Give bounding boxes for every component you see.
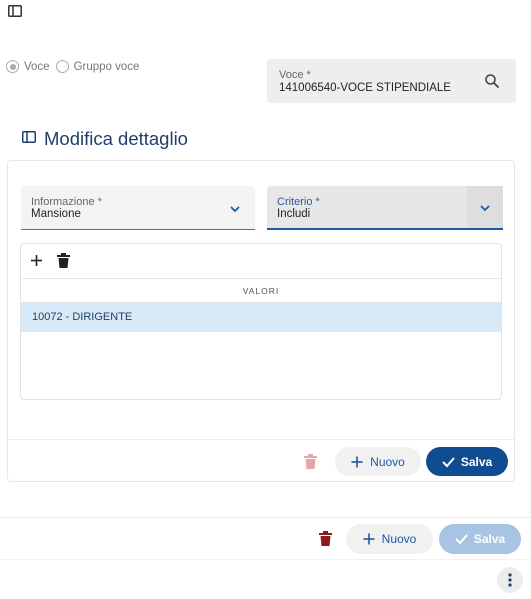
entity-type-radio-group: Voce Gruppo voce (6, 60, 145, 73)
plus-icon (363, 533, 375, 545)
criterio-label: Criterio * (277, 196, 320, 208)
section-title: Modifica dettaglio (44, 128, 188, 149)
new-button-label: Nuovo (370, 454, 405, 469)
trash-icon[interactable] (57, 253, 70, 268)
table-row[interactable]: 10072 - DIRIGENTE (21, 303, 501, 332)
save-button-label: Salva (460, 454, 493, 469)
criterio-value: Includi (277, 208, 311, 220)
delete-button[interactable] (312, 524, 340, 554)
radio-gruppo-voce-circle[interactable] (55, 60, 69, 73)
informazione-label: Informazione * (31, 196, 102, 208)
criterio-select[interactable]: Criterio * Includi (267, 186, 503, 230)
more-options-button[interactable] (497, 567, 523, 593)
voce-field-label: Voce * (279, 69, 311, 81)
search-icon[interactable] (484, 73, 500, 89)
radio-voce-label: Voce (24, 60, 50, 73)
card-divider (8, 439, 514, 440)
detail-card: Informazione * Mansione Criterio * Inclu… (7, 160, 515, 482)
chevron-down-icon[interactable] (229, 202, 241, 214)
valori-grid: VALORI 10072 - DIRIGENTE (20, 243, 502, 400)
new-button[interactable]: Nuovo (335, 447, 421, 476)
more-vert-icon (508, 573, 512, 592)
informazione-value: Mansione (31, 208, 81, 220)
check-icon (442, 456, 455, 468)
voce-field[interactable]: Voce * 141006540-VOCE STIPENDIALE (267, 59, 516, 103)
trash-icon (304, 454, 317, 474)
criterio-dropdown-toggle[interactable] (467, 186, 503, 228)
panel-toggle-icon[interactable] (8, 4, 26, 20)
new-button-label: Nuovo (381, 532, 417, 546)
radio-voce-circle[interactable] (6, 60, 19, 73)
panel-toggle-icon[interactable] (22, 130, 36, 148)
check-icon (455, 533, 468, 545)
save-button[interactable]: Salva (426, 447, 508, 476)
bottom-divider (0, 559, 531, 560)
section-header: Modifica dettaglio (22, 128, 188, 150)
save-button-label: Salva (473, 532, 506, 546)
radio-gruppo-voce[interactable]: Gruppo voce (55, 60, 140, 73)
radio-gruppo-voce-label: Gruppo voce (73, 60, 140, 73)
delete-button[interactable] (298, 448, 324, 477)
add-icon[interactable] (30, 254, 43, 267)
radio-voce[interactable]: Voce (6, 60, 50, 73)
trash-icon (319, 531, 332, 551)
voce-field-value[interactable]: 141006540-VOCE STIPENDIALE (279, 82, 451, 94)
save-button[interactable]: Salva (439, 524, 521, 554)
footer-divider (0, 517, 531, 518)
grid-toolbar (21, 244, 501, 278)
new-button[interactable]: Nuovo (346, 524, 433, 554)
chevron-down-icon[interactable] (479, 201, 491, 213)
informazione-select[interactable]: Informazione * Mansione (21, 186, 255, 230)
grid-column-header: VALORI (21, 278, 501, 303)
plus-icon (351, 456, 363, 468)
